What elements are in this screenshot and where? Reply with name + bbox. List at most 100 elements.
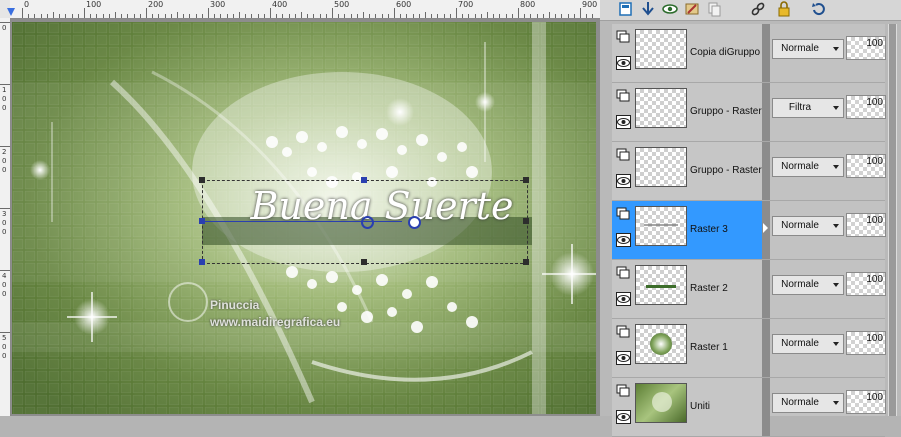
layer-name: Raster 2 <box>690 283 728 294</box>
blend-mode-dropdown[interactable]: Normale <box>772 275 844 295</box>
eye-icon[interactable] <box>616 174 631 188</box>
ruler-tick-minor <box>239 12 240 18</box>
ruler-label-top: 600 <box>396 0 412 9</box>
layer-row-header[interactable]: Gruppo - Raster 3 <box>612 142 762 200</box>
merge-down-icon[interactable] <box>640 1 656 17</box>
opacity-field[interactable]: 100 <box>846 36 886 60</box>
selection-handle-top-center[interactable] <box>361 177 367 183</box>
ruler-tick-minor <box>226 14 228 18</box>
layer-row[interactable]: Raster 3 Normale 100 <box>612 201 886 260</box>
chevron-down-icon[interactable] <box>833 283 839 287</box>
layer-row[interactable]: Gruppo - Raster 3 Filtra 100 <box>612 83 886 142</box>
eye-icon[interactable] <box>616 115 631 129</box>
blend-mode-dropdown[interactable]: Filtra <box>772 98 844 118</box>
opacity-field[interactable]: 100 <box>846 331 886 355</box>
layer-thumbnail[interactable] <box>635 206 687 246</box>
layer-type-icon[interactable] <box>616 148 631 162</box>
opacity-field[interactable]: 100 <box>846 272 886 296</box>
layers-toolbar <box>600 0 901 21</box>
layer-list-scrollbar[interactable] <box>888 24 897 416</box>
ruler-tick-major <box>332 8 333 18</box>
layer-thumbnail[interactable] <box>635 324 687 364</box>
selection-handle-middle-left[interactable] <box>199 218 205 224</box>
layer-type-icon[interactable] <box>616 30 631 44</box>
layer-thumbnail[interactable] <box>635 383 687 423</box>
opacity-field[interactable]: 100 <box>846 154 886 178</box>
chevron-down-icon[interactable] <box>833 224 839 228</box>
opacity-value: 100 <box>866 274 883 285</box>
layer-row-header[interactable]: Raster 2 <box>612 260 762 318</box>
image-canvas[interactable]: Buena Suerte Pinuccia www.maidiregrafica… <box>12 22 596 414</box>
lock-icon[interactable] <box>776 1 792 17</box>
rotation-center-icon[interactable] <box>361 216 374 229</box>
eye-icon[interactable] <box>616 410 631 424</box>
layer-row-header[interactable]: Raster 3 <box>612 201 762 259</box>
layer-thumbnail[interactable] <box>635 147 687 187</box>
layer-thumbnail[interactable] <box>635 29 687 69</box>
chevron-down-icon[interactable] <box>833 342 839 346</box>
selection-handle-top-right[interactable] <box>523 177 529 183</box>
ruler-tick-minor <box>511 14 513 18</box>
chevron-down-icon[interactable] <box>833 165 839 169</box>
layer-type-icon[interactable] <box>616 89 631 103</box>
layer-name: Gruppo - Raster 3 <box>690 106 762 117</box>
eye-icon[interactable] <box>616 351 631 365</box>
blend-mode-value: Normale <box>781 279 819 290</box>
visibility-icon[interactable] <box>662 1 678 17</box>
layer-type-icon[interactable] <box>616 266 631 280</box>
copy-icon[interactable] <box>706 1 722 17</box>
pivot-handle-icon[interactable] <box>408 216 421 229</box>
chevron-down-icon[interactable] <box>833 106 839 110</box>
ruler-tick-major <box>0 146 10 147</box>
ruler-tick-minor <box>499 14 501 18</box>
ruler-tick-minor <box>201 14 203 18</box>
layer-row[interactable]: Copia diGruppo - R Normale 100 <box>612 24 886 83</box>
layer-row[interactable]: Raster 1 Normale 100 <box>612 319 886 378</box>
ruler-tick-major <box>0 208 10 209</box>
layer-row[interactable]: Raster 2 Normale 100 <box>612 260 886 319</box>
undo-icon[interactable] <box>810 1 826 17</box>
layer-row-header[interactable]: Copia diGruppo - R <box>612 24 762 82</box>
eye-icon[interactable] <box>616 233 631 247</box>
ruler-tick-minor <box>530 14 532 18</box>
selection-handle-top-left[interactable] <box>199 177 205 183</box>
selection-handle-bottom-center[interactable] <box>361 259 367 265</box>
eye-icon[interactable] <box>616 292 631 306</box>
layer-thumbnail[interactable] <box>635 88 687 128</box>
new-layer-icon[interactable] <box>618 1 634 17</box>
opacity-field[interactable]: 100 <box>846 213 886 237</box>
layer-type-icon[interactable] <box>616 325 631 339</box>
ruler-tick-minor <box>561 14 563 18</box>
layer-type-icon[interactable] <box>616 384 631 398</box>
selection-handle-middle-right[interactable] <box>523 218 529 224</box>
selection-handle-bottom-left[interactable] <box>199 259 205 265</box>
blend-mode-dropdown[interactable]: Normale <box>772 216 844 236</box>
edit-icon[interactable] <box>684 1 700 17</box>
blend-mode-dropdown[interactable]: Normale <box>772 393 844 413</box>
layer-row-header[interactable]: Uniti <box>612 378 762 436</box>
opacity-field[interactable]: 100 <box>846 95 886 119</box>
layer-divider <box>762 378 770 436</box>
layer-thumbnail[interactable] <box>635 265 687 305</box>
chevron-down-icon[interactable] <box>833 401 839 405</box>
selection-handle-bottom-right[interactable] <box>523 259 529 265</box>
scrollbar-thumb[interactable] <box>889 24 896 416</box>
horizontal-ruler: 0 100 200 300 400 500 600 700 800 900 <box>7 0 600 19</box>
layer-row-header[interactable]: Raster 1 <box>612 319 762 377</box>
ruler-tick-minor <box>307 14 309 18</box>
link-icon[interactable] <box>750 1 766 17</box>
ruler-tick-minor <box>555 14 557 18</box>
expand-arrow-icon[interactable] <box>763 223 768 233</box>
ruler-label-top: 100 <box>86 0 102 9</box>
blend-mode-dropdown[interactable]: Normale <box>772 39 844 59</box>
eye-icon[interactable] <box>616 56 631 70</box>
chevron-down-icon[interactable] <box>833 47 839 51</box>
blend-mode-dropdown[interactable]: Normale <box>772 157 844 177</box>
layer-row[interactable]: Uniti Normale 100 <box>612 378 886 437</box>
ruler-tick-minor <box>586 14 588 18</box>
opacity-field[interactable]: 100 <box>846 390 886 414</box>
blend-mode-dropdown[interactable]: Normale <box>772 334 844 354</box>
layer-row-header[interactable]: Gruppo - Raster 3 <box>612 83 762 141</box>
layer-type-icon[interactable] <box>616 207 631 221</box>
layer-row[interactable]: Gruppo - Raster 3 Normale 100 <box>612 142 886 201</box>
